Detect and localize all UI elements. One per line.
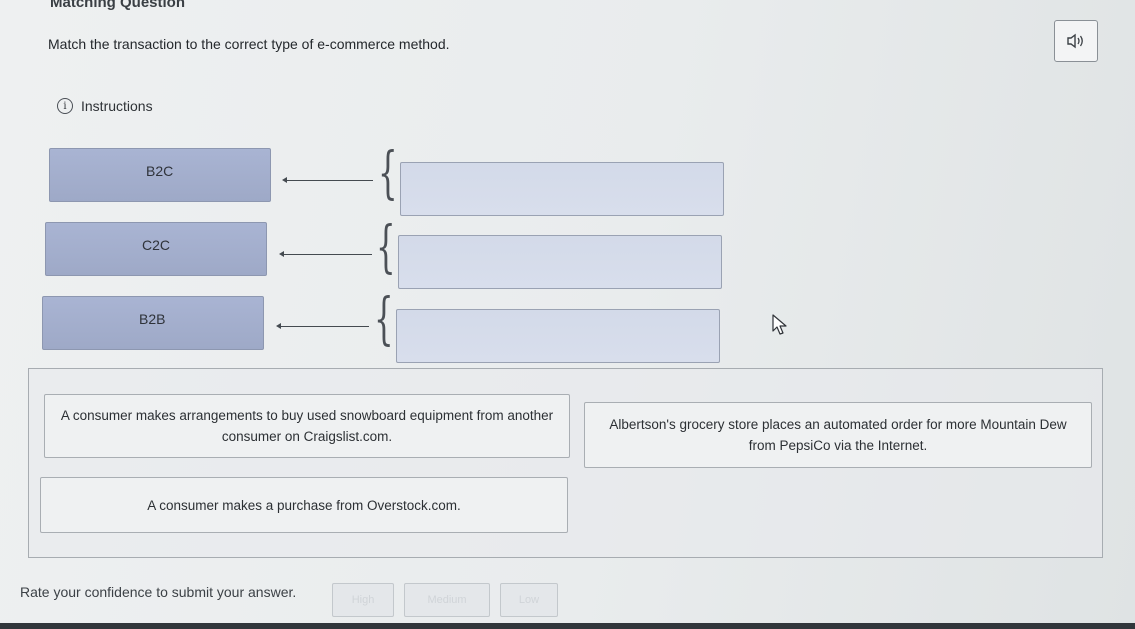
type-label: C2C — [142, 237, 171, 253]
bottom-bar — [0, 623, 1135, 629]
instructions-toggle[interactable]: i Instructions — [57, 98, 153, 114]
instructions-label: Instructions — [81, 98, 153, 114]
brace: { — [378, 141, 398, 206]
type-card-b2b: B2B — [42, 296, 264, 350]
connector-arrow — [282, 177, 373, 183]
answer-choice-c2c-craigslist[interactable]: A consumer makes arrangements to buy use… — [44, 394, 570, 458]
confidence-medium-button[interactable]: Medium — [404, 583, 490, 617]
type-label: B2B — [139, 311, 166, 327]
confidence-label: Rate your confidence to submit your answ… — [20, 584, 297, 600]
connector-arrow — [279, 251, 372, 257]
confidence-option: High — [351, 594, 375, 606]
info-icon: i — [57, 98, 73, 114]
answer-choice-b2b-albertsons[interactable]: Albertson's grocery store places an auto… — [584, 402, 1092, 468]
confidence-option: Medium — [427, 594, 467, 606]
type-card-b2c: B2C — [49, 148, 271, 202]
answer-choice-b2c-overstock[interactable]: A consumer makes a purchase from Oversto… — [40, 477, 568, 533]
speaker-icon — [1067, 33, 1083, 49]
drop-zone-b2c[interactable] — [400, 162, 724, 216]
mouse-cursor-icon — [772, 314, 787, 335]
drop-zone-c2c[interactable] — [398, 235, 722, 289]
answer-text: A consumer makes a purchase from Oversto… — [147, 497, 461, 513]
connector-arrow — [276, 323, 369, 329]
question-prompt: Match the transaction to the correct typ… — [48, 36, 450, 52]
drop-zone-b2b[interactable] — [396, 309, 720, 363]
brace: { — [376, 215, 396, 280]
type-card-c2c: C2C — [45, 222, 267, 276]
page-title: Matching Question — [50, 0, 185, 11]
answer-text: A consumer makes arrangements to buy use… — [60, 408, 554, 444]
audio-button[interactable] — [1054, 20, 1098, 62]
confidence-high-button[interactable]: High — [332, 583, 394, 617]
confidence-low-button[interactable]: Low — [500, 583, 558, 617]
brace: { — [374, 287, 394, 352]
confidence-option: Low — [518, 594, 540, 606]
type-label: B2C — [146, 163, 174, 179]
answer-text: Albertson's grocery store places an auto… — [609, 417, 1067, 453]
